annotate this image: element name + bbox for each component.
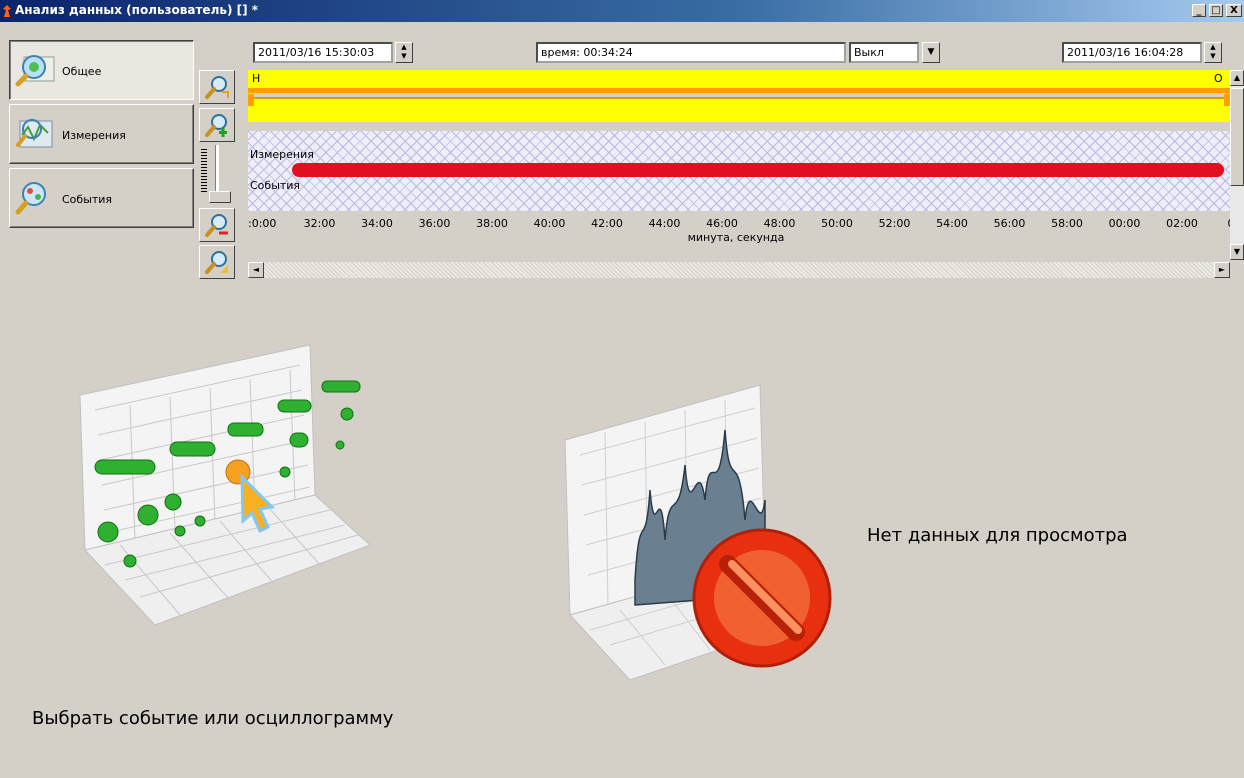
range-start-handle[interactable] [248, 94, 254, 106]
time-axis-tick: 00:00 [1108, 217, 1141, 230]
nav-events-label: События [62, 193, 113, 206]
timeline-range-bar[interactable]: Н О [248, 70, 1230, 122]
track-label-events: События [250, 179, 301, 192]
minimize-button[interactable]: _ [1192, 4, 1206, 17]
nav-events[interactable]: События [9, 168, 194, 228]
time-axis-tick: 34:00 [361, 217, 393, 230]
vertical-scroll-thumb[interactable] [1230, 88, 1244, 186]
zoom-all-button[interactable] [199, 245, 235, 279]
timeline-tracks[interactable]: Измерения События [248, 131, 1230, 211]
zoom-fit-button[interactable] [199, 70, 235, 104]
time-axis-ticks: :0:00 32:00 34:00 36:00 38:00 40:00 42:00 44:00… [248, 217, 1244, 231]
zoom-slider[interactable] [199, 145, 235, 205]
end-time-spinner[interactable]: ▲ ▼ [1204, 42, 1222, 63]
scroll-up-button[interactable]: ▲ [1230, 70, 1244, 86]
time-axis-tick: 44:00 [648, 217, 681, 230]
time-axis-tick: 40:00 [533, 217, 566, 230]
time-axis-tick: 58:00 [1051, 217, 1083, 230]
scroll-right-button[interactable]: ► [1214, 262, 1230, 278]
time-axis-tick: :0:00 [248, 217, 277, 230]
maximize-button[interactable]: □ [1209, 4, 1223, 17]
start-marker: Н [252, 72, 261, 85]
start-time-spinner[interactable]: ▲ ▼ [395, 42, 413, 63]
time-axis-tick: 38:00 [476, 217, 508, 230]
window-title: Анализ данных (пользователь) [] * [15, 3, 259, 17]
events-icon [15, 182, 46, 215]
mode-select[interactable]: Выкл [849, 42, 919, 63]
nav-measurements[interactable]: Измерения [9, 104, 194, 164]
zoom-slider-thumb[interactable] [209, 191, 231, 203]
zoom-fit-icon [205, 76, 229, 99]
time-axis-tick: 54:00 [936, 217, 968, 230]
time-axis-tick: 52:00 [878, 217, 911, 230]
select-event-caption: Выбрать событие или осциллограмму [32, 708, 394, 729]
end-marker: О [1214, 72, 1223, 85]
app-icon [3, 5, 11, 17]
track-label-measurements: Измерения [250, 148, 314, 161]
magnifier-chart-icon [15, 55, 55, 87]
time-axis-tick: 50:00 [821, 217, 853, 230]
mode-dropdown-button[interactable]: ▼ [922, 42, 940, 63]
horizontal-scrollbar[interactable]: ◄ ► [248, 262, 1230, 278]
no-data-caption: Нет данных для просмотра [867, 525, 1128, 546]
time-axis-tick: 36:00 [418, 217, 451, 230]
zoom-in-button[interactable] [199, 108, 235, 142]
events-track-bar[interactable] [292, 163, 1224, 177]
start-time-field[interactable]: 2011/03/16 15:30:03 [253, 42, 393, 63]
measurements-icon [16, 119, 53, 148]
time-axis-label: минута, секунда [687, 231, 785, 244]
nav-general[interactable]: Общее [9, 40, 194, 100]
time-axis-tick: 56:00 [993, 217, 1026, 230]
time-axis-tick: 32:00 [303, 217, 336, 230]
scroll-down-button[interactable]: ▼ [1230, 244, 1244, 260]
zoom-in-icon [205, 114, 227, 137]
select-event-illustration [79, 344, 371, 626]
close-button[interactable]: X [1226, 4, 1242, 17]
end-time-field[interactable]: 2011/03/16 16:04:28 [1062, 42, 1202, 63]
duration-field[interactable]: время: 00:34:24 [536, 42, 846, 63]
time-axis-tick: 02:00 [1166, 217, 1198, 230]
title-bar: Анализ данных (пользователь) [] * _ □ X [0, 0, 1244, 22]
time-axis-tick: 46:00 [706, 217, 738, 230]
range-top-band [248, 70, 1230, 88]
nav-general-label: Общее [62, 65, 102, 78]
no-data-illustration [564, 384, 832, 681]
zoom-all-icon [205, 251, 228, 274]
vertical-scrollbar[interactable]: ▲ ▼ [1230, 70, 1244, 260]
zoom-slider-scale [201, 149, 207, 193]
nav-measurements-label: Измерения [62, 129, 126, 142]
time-axis-tick: 48:00 [763, 217, 796, 230]
scroll-left-button[interactable]: ◄ [248, 262, 264, 278]
range-selection-band[interactable] [248, 97, 1230, 122]
range-orange-line [248, 88, 1230, 93]
time-axis-tick: 42:00 [591, 217, 623, 230]
